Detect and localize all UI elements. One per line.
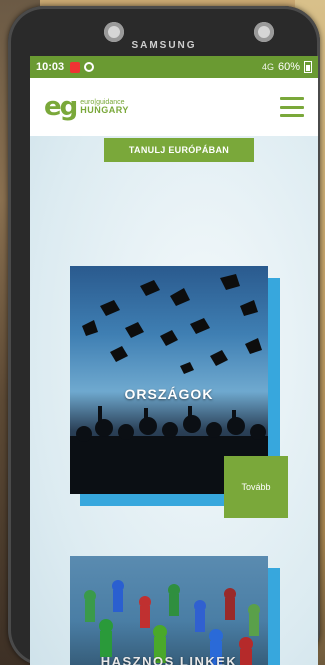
menu-bar	[280, 114, 304, 117]
phone-frame: SAMSUNG 10:03 4G 60% eg euro|guidance HU…	[8, 6, 320, 665]
graduation-caps-image	[82, 274, 262, 374]
card-title-orszagok: ORSZÁGOK	[124, 386, 214, 402]
signal-indicator: 4G	[261, 62, 274, 72]
battery-level: 60%	[277, 61, 300, 73]
logo-text: euro|guidance HUNGARY	[80, 99, 129, 116]
tovabb-button[interactable]: Tovább	[224, 456, 288, 518]
device-brand: SAMSUNG	[131, 40, 197, 51]
status-right: 4G 60%	[262, 61, 312, 73]
logo-mark: eg	[44, 92, 78, 122]
card-title-hasznos-linkek: HASZNOS LINKEK	[100, 654, 238, 665]
site-logo[interactable]: eg euro|guidance HUNGARY	[44, 94, 129, 120]
screen: 10:03 4G 60% eg euro|guidance HUNGARY TA…	[30, 56, 318, 665]
tanulj-europaban-button[interactable]: TANULJ EURÓPÁBAN	[104, 138, 254, 162]
sync-icon	[84, 62, 95, 72]
sensor-icon	[254, 22, 274, 42]
menu-bar	[280, 97, 304, 100]
status-bar: 10:03 4G 60%	[30, 56, 318, 78]
hamburger-menu-icon[interactable]	[280, 97, 304, 117]
phone-top-bezel: SAMSUNG	[8, 6, 320, 56]
battery-icon	[304, 61, 312, 73]
logo-country: HUNGARY	[80, 104, 129, 115]
site-header: eg euro|guidance HUNGARY	[30, 78, 318, 136]
notification-icon	[70, 61, 81, 73]
page-content: TANULJ EURÓPÁBAN ORSZÁGOK Tovább HASZNOS…	[30, 136, 318, 665]
menu-bar	[280, 105, 304, 109]
hasznos-linkek-card[interactable]: HASZNOS LINKEK	[70, 556, 268, 665]
game-pieces-image	[84, 580, 260, 665]
camera-icon	[104, 22, 124, 42]
status-time: 10:03	[36, 61, 65, 73]
